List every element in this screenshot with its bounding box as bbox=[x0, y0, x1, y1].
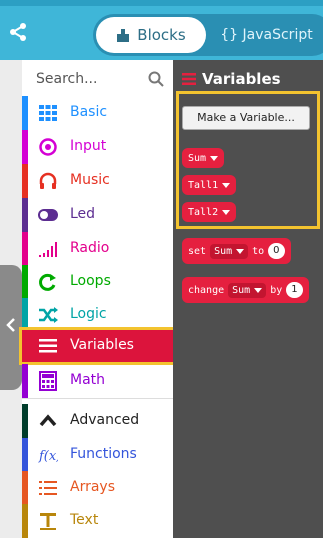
flyout-heading: Variables bbox=[182, 70, 281, 88]
calculator-icon bbox=[39, 371, 57, 391]
variable-dropdown[interactable]: Sum bbox=[210, 243, 249, 259]
search-icon[interactable] bbox=[148, 71, 164, 87]
tab-javascript[interactable]: {} JavaScript bbox=[210, 17, 323, 53]
caret-down-icon bbox=[236, 248, 245, 254]
grid-icon bbox=[39, 105, 57, 121]
category-label: Math bbox=[70, 372, 106, 388]
category-basic[interactable]: Basic bbox=[22, 96, 173, 130]
variable-name: Sum bbox=[214, 245, 233, 257]
category-color-bar bbox=[22, 265, 28, 299]
tab-blocks[interactable]: Blocks bbox=[96, 17, 206, 53]
category-label: Logic bbox=[70, 306, 107, 322]
variable-dropdown[interactable]: Sum bbox=[228, 282, 267, 298]
set-variable-block[interactable]: set Sum to 0 bbox=[182, 238, 291, 264]
category-led[interactable]: Led bbox=[22, 198, 173, 232]
change-variable-block[interactable]: change Sum by 1 bbox=[182, 277, 309, 303]
category-label: Led bbox=[70, 206, 96, 222]
chevron-left-icon[interactable] bbox=[6, 318, 16, 332]
category-label: Radio bbox=[70, 240, 110, 256]
category-label: Music bbox=[70, 172, 110, 188]
category-music[interactable]: Music bbox=[22, 164, 173, 198]
category-functions[interactable]: f(x) Functions bbox=[22, 438, 173, 472]
text-icon bbox=[40, 513, 56, 530]
variable-name: Tall1 bbox=[188, 179, 219, 191]
value-input[interactable]: 1 bbox=[286, 282, 303, 298]
category-input[interactable]: Input bbox=[22, 130, 173, 164]
caret-down-icon[interactable] bbox=[210, 155, 219, 161]
palette-divider bbox=[22, 398, 173, 399]
to-keyword: to bbox=[252, 245, 265, 257]
share-icon[interactable] bbox=[8, 22, 28, 42]
variable-block-tall1[interactable]: Tall1 bbox=[182, 175, 237, 195]
category-color-bar bbox=[22, 130, 28, 164]
make-variable-button[interactable]: Make a Variable... bbox=[182, 106, 310, 130]
set-keyword: set bbox=[188, 245, 207, 257]
variable-name: Sum bbox=[188, 152, 207, 164]
search-input[interactable]: Search... bbox=[36, 71, 97, 87]
flyout-title: Variables bbox=[202, 70, 281, 88]
headphones-icon bbox=[39, 172, 57, 189]
category-radio[interactable]: Radio bbox=[22, 232, 173, 266]
chevron-up-icon bbox=[39, 414, 57, 427]
shuffle-icon bbox=[39, 307, 58, 323]
top-accent-line bbox=[0, 0, 323, 6]
category-label: Loops bbox=[70, 273, 111, 289]
toolbox-search[interactable]: Search... bbox=[22, 63, 173, 95]
target-icon bbox=[39, 138, 57, 156]
category-color-bar bbox=[22, 504, 28, 538]
category-math[interactable]: Math bbox=[22, 364, 173, 398]
toggle-icon bbox=[38, 209, 58, 221]
variable-block-sum[interactable]: Sum bbox=[182, 148, 225, 168]
category-label: Basic bbox=[70, 104, 108, 120]
caret-down-icon bbox=[254, 287, 263, 293]
puzzle-piece-icon bbox=[117, 29, 130, 42]
value-input[interactable]: 0 bbox=[268, 243, 285, 259]
loop-icon bbox=[39, 273, 56, 291]
category-advanced[interactable]: Advanced bbox=[22, 404, 173, 438]
function-icon: f(x) bbox=[38, 449, 58, 464]
category-label: Advanced bbox=[70, 412, 140, 428]
category-color-bar bbox=[22, 164, 28, 198]
variables-highlight-frame bbox=[19, 327, 177, 365]
list-icon bbox=[39, 481, 57, 495]
variable-name: Tall2 bbox=[188, 206, 219, 218]
category-label: Functions bbox=[70, 446, 137, 462]
lines-icon bbox=[182, 73, 196, 85]
category-color-bar bbox=[22, 96, 28, 130]
caret-down-icon[interactable] bbox=[222, 209, 231, 215]
variable-name: Sum bbox=[232, 284, 251, 296]
category-label: Text bbox=[70, 512, 99, 528]
category-loops[interactable]: Loops bbox=[22, 265, 173, 299]
category-color-bar bbox=[22, 471, 28, 505]
category-color-bar bbox=[22, 232, 28, 266]
category-color-bar bbox=[22, 198, 28, 232]
svg-text:f(x): f(x) bbox=[38, 449, 58, 464]
caret-down-icon[interactable] bbox=[222, 182, 231, 188]
category-label: Arrays bbox=[70, 479, 116, 495]
category-label: Input bbox=[70, 138, 107, 154]
tab-javascript-label: {} JavaScript bbox=[220, 27, 313, 43]
category-text[interactable]: Text bbox=[22, 504, 173, 538]
tab-blocks-label: Blocks bbox=[137, 26, 186, 44]
signal-icon bbox=[39, 242, 57, 257]
by-keyword: by bbox=[270, 284, 283, 296]
variable-block-tall2[interactable]: Tall2 bbox=[182, 202, 237, 222]
category-arrays[interactable]: Arrays bbox=[22, 471, 173, 505]
category-color-bar bbox=[22, 404, 28, 438]
change-keyword: change bbox=[188, 284, 225, 296]
category-color-bar bbox=[22, 364, 28, 398]
category-color-bar bbox=[22, 438, 28, 472]
